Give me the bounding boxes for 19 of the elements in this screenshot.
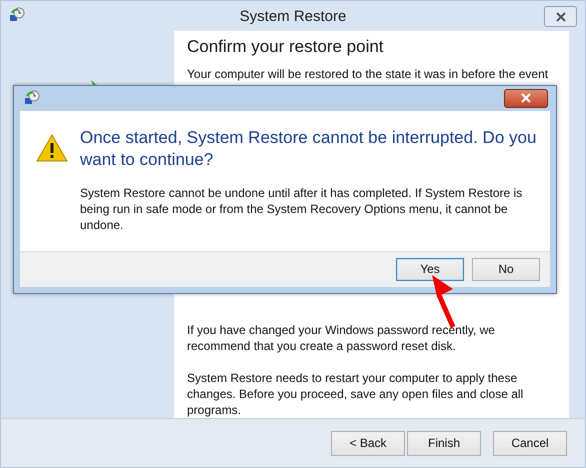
restore-icon: [9, 7, 25, 23]
close-icon: [556, 12, 566, 22]
dialog-button[interactable]: Yes: [396, 258, 464, 281]
intro-text: Your computer will be restored to the state it was in before the event: [187, 66, 550, 82]
close-button[interactable]: [504, 88, 548, 108]
dialog-instruction: Once started, System Restore cannot be interrupted. Do you want to continue?: [80, 126, 538, 171]
restore-icon: [24, 90, 40, 106]
close-icon: [521, 93, 531, 104]
wizard-button[interactable]: Finish: [407, 430, 481, 456]
restart-note: System Restore needs to restart your computer to apply these changes. Before you proceed, save any open files and close all programs.: [187, 370, 524, 418]
close-button[interactable]: [544, 6, 577, 27]
page-heading: Confirm your restore point: [187, 37, 385, 58]
dialog-message: System Restore cannot be undone until after it has completed. If System Restore is being run in safe mode or from the System Recovery Options menu, it cannot be undone.: [80, 184, 524, 233]
window-title: System Restore: [240, 8, 346, 25]
password-note: If you have changed your Windows password recently, we recommend that you create a password reset disk.: [187, 322, 496, 354]
wizard-button[interactable]: Cancel: [493, 430, 567, 456]
dialog-button[interactable]: No: [472, 258, 540, 281]
wizard-button[interactable]: < Back: [331, 430, 405, 456]
warning-icon: [36, 132, 68, 163]
